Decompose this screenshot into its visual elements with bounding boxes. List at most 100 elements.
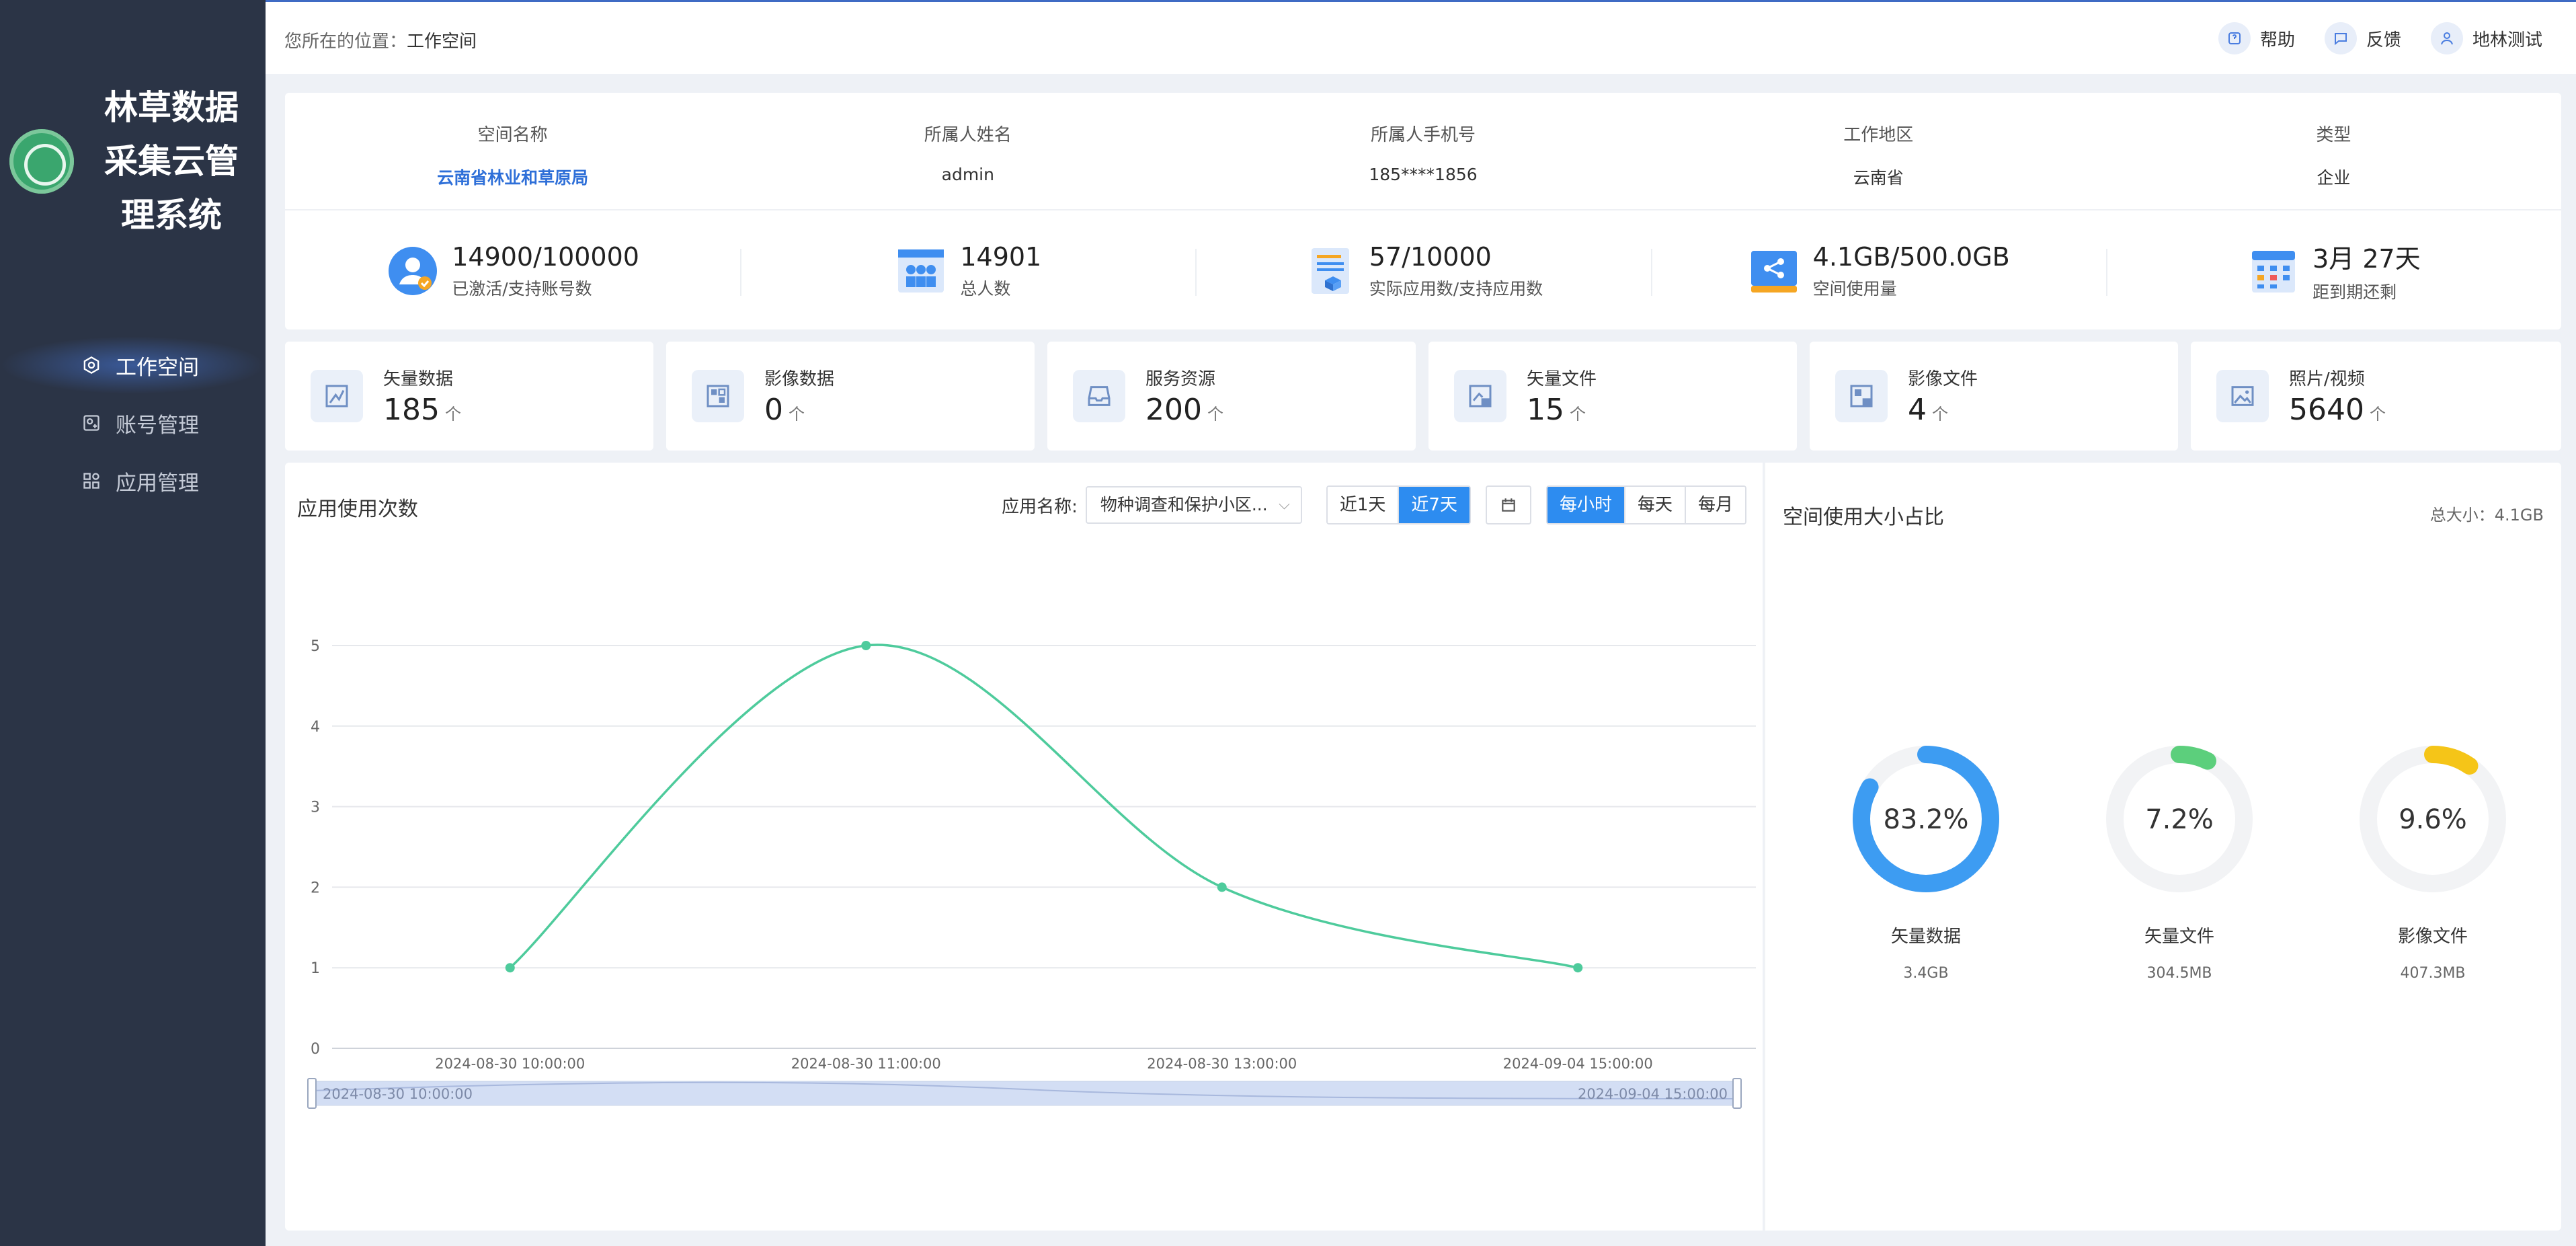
sidebar-item-apps[interactable]: 应用管理 xyxy=(0,452,266,510)
space-name-link[interactable]: 云南省林业和草原局 xyxy=(285,165,740,189)
donut-size: 3.4GB xyxy=(1903,965,1949,982)
logo-icon xyxy=(9,129,74,194)
donut-percent: 9.6% xyxy=(2399,804,2467,835)
resource-name: 影像数据 xyxy=(764,369,835,389)
sidebar-nav: 工作空间 账号管理 应用管理 xyxy=(0,336,266,510)
monthly-button[interactable]: 每月 xyxy=(1684,487,1745,523)
vector-icon xyxy=(311,370,363,422)
data-point xyxy=(505,963,515,973)
info-label: 所属人手机号 xyxy=(1371,125,1476,145)
donut-chart: 83.2% xyxy=(1853,746,1999,892)
apps-icon xyxy=(82,471,101,490)
resource-card-photo-video[interactable]: 照片/视频 5640 个 xyxy=(2191,342,2561,451)
y-tick-label: 4 xyxy=(311,719,320,736)
resource-name: 矢量文件 xyxy=(1527,369,1597,389)
user-menu[interactable]: 地林测试 xyxy=(2430,22,2542,54)
stat-apps: 57/10000 实际应用数/支持应用数 xyxy=(1195,212,1650,329)
top-header: 您所在的位置：工作空间 帮助 反馈 地林测试 xyxy=(266,0,2576,74)
chevron-down-icon: ⌵ xyxy=(1279,496,1290,513)
info-type: 类型 企业 xyxy=(2106,93,2561,209)
info-label: 所属人姓名 xyxy=(924,125,1012,145)
resource-unit: 个 xyxy=(789,405,805,424)
info-owner-phone: 所属人手机号 185****1856 xyxy=(1195,93,1650,209)
stat-label: 距到期还剩 xyxy=(2312,282,2397,302)
resource-unit: 个 xyxy=(1932,405,1948,424)
date-picker-button[interactable] xyxy=(1485,485,1531,524)
chart-filters: 应用名称: 物种调查和保护小区... ⌵ 近1天 近7天 每小时 每天 每月 xyxy=(1002,485,1746,524)
feedback-button[interactable]: 反馈 xyxy=(2324,22,2401,54)
sidebar-item-workspace[interactable]: 工作空间 xyxy=(0,336,266,394)
resource-name: 照片/视频 xyxy=(2289,369,2365,389)
donut-item: 83.2% 矢量数据 3.4GB xyxy=(1825,740,2027,982)
resource-card-image-data[interactable]: 影像数据 0个 xyxy=(666,342,1035,451)
app-select[interactable]: 物种调查和保护小区... ⌵ xyxy=(1085,486,1302,524)
usage-chart-card: 应用使用次数 应用名称: 物种调查和保护小区... ⌵ 近1天 近7天 每小时 … xyxy=(285,463,1763,1231)
resource-count: 15 xyxy=(1527,393,1564,427)
resource-card-service[interactable]: 服务资源 200 个 xyxy=(1047,342,1416,451)
info-value: 云南省 xyxy=(1853,168,1904,188)
chart-title: 应用使用次数 xyxy=(297,498,418,521)
stat-value: 4.1GB/500.0GB xyxy=(1812,241,2010,272)
resource-name: 矢量数据 xyxy=(383,369,454,389)
stat-expiry: 3月 27天 距到期还剩 xyxy=(2105,212,2561,329)
data-point xyxy=(1573,963,1583,973)
resource-card-vector-file[interactable]: 矢量文件 15 个 xyxy=(1428,342,1797,451)
sidebar-item-label: 工作空间 xyxy=(116,355,199,380)
resource-count: 200 xyxy=(1145,393,1202,427)
donut-percent: 7.2% xyxy=(2145,804,2214,835)
donut-chart: 7.2% xyxy=(2106,746,2253,892)
x-tick-label: 2024-08-30 11:00:00 xyxy=(791,1056,941,1072)
y-tick-label: 0 xyxy=(311,1041,320,1058)
chat-icon xyxy=(2324,22,2357,54)
resource-card-vector-data[interactable]: 矢量数据 185 个 xyxy=(285,342,653,451)
resource-unit: 个 xyxy=(1207,405,1223,424)
data-point xyxy=(1217,882,1227,892)
space-usage-card: 空间使用大小占比 总大小：4.1GB 83.2% 矢量数据 3.4GB 7.2%… xyxy=(1764,463,2561,1231)
stat-value: 14900/100000 xyxy=(452,241,639,272)
sidebar-item-label: 应用管理 xyxy=(116,471,199,496)
donut-item: 9.6% 影像文件 407.3MB xyxy=(2332,740,2534,982)
sidebar-item-label: 账号管理 xyxy=(116,413,199,438)
photo-icon xyxy=(2216,370,2269,422)
logo-area: 林草数据 采集云管 理系统 xyxy=(0,81,266,242)
x-tick-label: 2024-08-30 13:00:00 xyxy=(1147,1056,1297,1072)
info-value: 185****1856 xyxy=(1369,165,1478,184)
resource-count: 4 xyxy=(1908,393,1927,427)
y-tick-label: 5 xyxy=(311,638,320,655)
range-1day-button[interactable]: 近1天 xyxy=(1327,487,1398,523)
feedback-label: 反馈 xyxy=(2366,30,2401,50)
stat-value: 3月 27天 xyxy=(2312,244,2421,274)
stat-value: 14901 xyxy=(960,241,1042,272)
group-icon xyxy=(898,249,944,293)
donut-name: 影像文件 xyxy=(2397,927,2468,947)
sidebar: 林草数据 采集云管 理系统 工作空间 账号管理 应用管理 xyxy=(0,0,266,1246)
daily-button[interactable]: 每天 xyxy=(1623,487,1685,523)
x-tick-label: 2024-09-04 15:00:00 xyxy=(1503,1056,1653,1072)
info-row: 空间名称 云南省林业和草原局 所属人姓名 admin 所属人手机号 185***… xyxy=(285,93,2561,210)
resource-count: 0 xyxy=(764,393,783,427)
y-tick-label: 2 xyxy=(311,880,320,896)
stat-label: 已激活/支持账号数 xyxy=(452,278,592,299)
breadcrumb-current[interactable]: 工作空间 xyxy=(407,32,477,52)
resource-card-image-file[interactable]: 影像文件 4个 xyxy=(1810,342,2178,451)
donut-chart: 9.6% xyxy=(2360,746,2506,892)
hourly-button[interactable]: 每小时 xyxy=(1547,487,1624,523)
help-button[interactable]: 帮助 xyxy=(2218,22,2295,54)
info-space-name: 空间名称 云南省林业和草原局 xyxy=(285,93,740,209)
range-7day-button[interactable]: 近7天 xyxy=(1398,487,1470,523)
y-tick-label: 3 xyxy=(311,800,320,816)
stat-label: 总人数 xyxy=(960,278,1011,299)
app-title: 林草数据 采集云管 理系统 xyxy=(104,88,239,235)
donut-name: 矢量数据 xyxy=(1890,927,1961,947)
info-label: 类型 xyxy=(2316,125,2351,145)
sidebar-item-accounts[interactable]: 账号管理 xyxy=(0,394,266,452)
stats-row: 14900/100000 已激活/支持账号数 14901 总人数 57/1000… xyxy=(285,212,2561,329)
gear-icon xyxy=(82,356,101,375)
x-tick-label: 2024-08-30 10:00:00 xyxy=(435,1056,585,1072)
resource-name: 服务资源 xyxy=(1145,369,1216,389)
breadcrumb-prefix: 您所在的位置： xyxy=(284,32,407,52)
y-tick-label: 1 xyxy=(311,960,320,977)
calendar-icon xyxy=(1502,498,1515,512)
breadcrumb: 您所在的位置：工作空间 xyxy=(284,28,477,52)
data-point xyxy=(861,641,871,650)
